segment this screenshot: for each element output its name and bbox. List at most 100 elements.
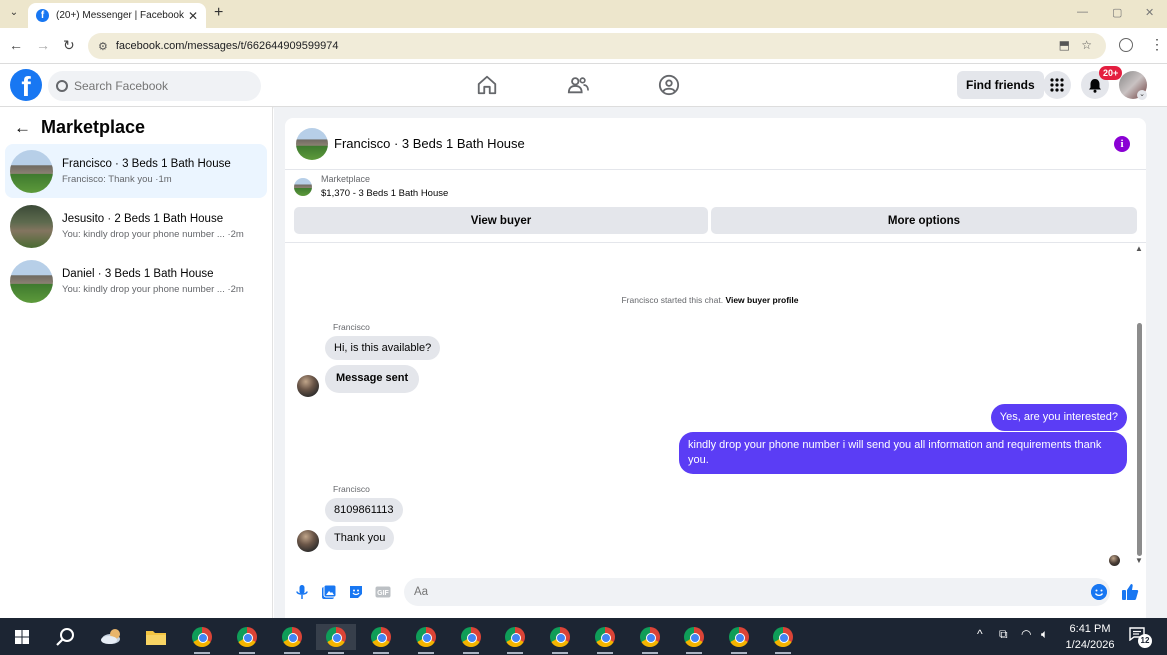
minimize-icon[interactable]: — [1077,6,1088,18]
facebook-favicon-icon: f [36,9,49,22]
conversation-snippet: You: kindly drop your phone number ... ·… [62,283,244,295]
divider [285,242,1146,243]
url-text: facebook.com/messages/t/662644909599974 [115,40,339,52]
listing-summary[interactable]: Marketplace $1,370 - 3 Beds 1 Bath House [294,174,448,199]
scroll-up-icon[interactable]: ▲ [1135,244,1143,253]
menu-grid-button[interactable] [1043,71,1071,99]
maximize-icon[interactable]: ▢ [1112,6,1122,19]
tab-search-chevron-icon[interactable]: ⌄ [6,5,22,21]
action-center-button[interactable]: 12 [1129,627,1152,648]
chrome-taskbar-icon[interactable] [592,624,618,654]
search-taskbar-icon[interactable] [53,624,79,650]
listing-kind: Marketplace [321,174,371,184]
incoming-message[interactable]: Message sent [325,365,420,393]
install-app-icon[interactable]: ⬒ [1059,38,1070,52]
svg-text:GIF: GIF [377,590,389,597]
volume-icon[interactable]: 🔈︎ [1041,627,1048,642]
more-options-button[interactable]: More options [711,207,1137,234]
account-chevron-icon[interactable]: ⌄ [1137,90,1147,100]
file-explorer-icon[interactable] [143,624,169,650]
browser-profile-icon[interactable] [1119,38,1133,52]
home-icon[interactable] [476,74,498,96]
sticker-icon[interactable] [348,584,364,600]
chrome-taskbar-icon[interactable] [726,624,752,654]
house-thumbnail [10,149,53,193]
conversation-daniel[interactable]: Daniel · 3 Beds 1 Bath House You: kindly… [5,254,267,308]
chrome-taskbar-icon[interactable] [681,624,707,654]
gif-icon[interactable]: GIF [375,584,391,600]
reload-icon[interactable]: ↻ [63,37,75,54]
notification-badge: 20+ [1099,66,1123,80]
info-icon[interactable]: i [1114,136,1130,152]
chrome-taskbar-icon[interactable] [502,624,528,654]
scroll-down-icon[interactable]: ▼ [1135,556,1143,565]
tab-close-icon[interactable]: ✕ [188,9,198,23]
back-arrow-icon[interactable]: ← [14,118,31,138]
incoming-message[interactable]: Hi, is this available? [325,336,441,360]
tray-chevron-icon[interactable]: ^ [977,627,983,641]
bookmark-star-icon[interactable]: ☆ [1081,38,1092,52]
outgoing-message[interactable]: Yes, are you interested? [990,404,1127,431]
weather-widget-icon[interactable] [99,624,125,650]
chrome-taskbar-icon[interactable] [637,624,663,654]
chat-house-thumbnail[interactable] [296,127,328,160]
view-buyer-profile-link[interactable]: View buyer profile [725,295,798,305]
system-text: Francisco started this chat. [621,295,724,305]
device-icon[interactable]: ⧉ [999,627,1008,642]
wifi-icon[interactable]: ◠ [1021,627,1031,641]
browser-tabstrip: ⌄ f (20+) Messenger | Facebook ✕ + — ▢ ✕ [0,0,1167,28]
chrome-taskbar-icon[interactable] [547,624,573,654]
incoming-message[interactable]: 8109861113 [325,498,403,522]
windows-start-icon[interactable] [9,624,35,650]
chrome-taskbar-icon[interactable] [770,624,796,654]
clock-date: 1/24/2026 [1065,639,1115,651]
chrome-taskbar-icon[interactable] [458,624,484,654]
chrome-taskbar-icon[interactable] [234,624,260,654]
message-input[interactable] [404,578,1110,606]
listing-thumbnail [294,178,312,196]
incoming-message[interactable]: Thank you [325,526,395,550]
groups-icon[interactable] [658,74,680,96]
microphone-icon[interactable] [294,584,310,600]
back-icon[interactable]: ← [9,37,23,53]
message-composer: GIF [285,576,1146,608]
sender-avatar[interactable] [297,530,319,552]
thumbs-up-icon[interactable] [1121,583,1139,601]
forward-icon[interactable]: → [36,37,50,53]
new-tab-icon[interactable]: + [214,4,223,22]
search-input[interactable] [74,79,244,93]
browser-menu-icon[interactable]: ⋮ [1150,36,1164,53]
conversation-snippet: Francisco: Thank you ·1m [62,173,172,185]
friends-icon[interactable] [567,74,589,96]
system-clock[interactable]: 6:41 PM 1/24/2026 [1062,621,1118,653]
photo-icon[interactable] [321,584,337,600]
emoji-icon[interactable] [1091,584,1107,600]
conversation-francisco[interactable]: Francisco · 3 Beds 1 Bath House Francisc… [5,144,267,198]
site-settings-icon[interactable]: ⚙ [98,40,108,53]
facebook-logo-icon[interactable]: f [10,69,42,102]
outgoing-message[interactable]: kindly drop your phone number i will sen… [679,432,1127,474]
chrome-taskbar-icon[interactable] [189,624,215,654]
chat-scrollbar[interactable]: ▲ ▼ [1135,244,1143,565]
scroll-thumb[interactable] [1137,323,1142,556]
seen-receipt-avatar [1109,555,1120,566]
chrome-taskbar-icon-active[interactable] [316,624,356,654]
conversation-jesusito[interactable]: Jesusito · 2 Beds 1 Bath House You: kind… [5,199,267,253]
chrome-taskbar-icon[interactable] [279,624,305,654]
conversation-snippet: You: kindly drop your phone number ... ·… [62,228,244,240]
browser-tab[interactable]: f (20+) Messenger | Facebook ✕ [28,3,206,28]
chrome-taskbar-icon[interactable] [413,624,439,654]
window-close-icon[interactable]: ✕ [1145,6,1154,19]
view-buyer-button[interactable]: View buyer [294,207,708,234]
sidebar-header: ← Marketplace [14,117,145,138]
search-box[interactable] [48,71,261,101]
address-bar[interactable]: ⚙ facebook.com/messages/t/66264490959997… [88,33,1106,59]
clock-time: 6:41 PM [1069,623,1111,635]
chat-title[interactable]: Francisco · 3 Beds 1 Bath House [334,136,525,151]
house-thumbnail [10,259,53,303]
marketplace-sidebar: ← Marketplace Francisco · 3 Beds 1 Bath … [0,107,273,618]
house-thumbnail [10,204,53,248]
chrome-taskbar-icon[interactable] [368,624,394,654]
sender-avatar[interactable] [297,375,319,397]
find-friends-button[interactable]: Find friends [957,71,1044,99]
